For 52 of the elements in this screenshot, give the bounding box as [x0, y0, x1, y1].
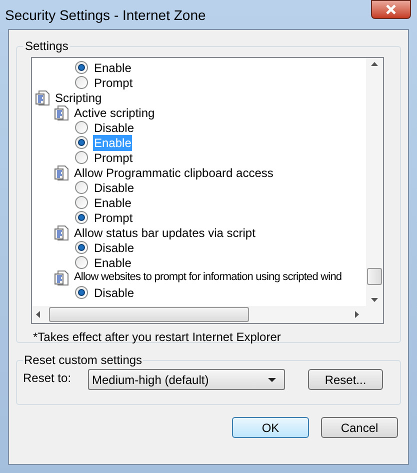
category-label: Scripting [55, 90, 102, 106]
cancel-button[interactable]: Cancel [321, 417, 398, 438]
reset-level-dropdown[interactable]: Medium-high (default) [88, 369, 285, 390]
radio-button[interactable] [75, 121, 88, 134]
scroll-thumb[interactable] [49, 307, 249, 322]
close-button[interactable] [371, 0, 411, 19]
settings-list[interactable] [31, 57, 384, 324]
restart-note: *Takes effect after you restart Internet Explorer [33, 329, 282, 346]
scroll-up-icon[interactable] [371, 62, 378, 66]
radio-button[interactable] [75, 211, 88, 224]
radio-button[interactable] [75, 241, 88, 254]
option-label[interactable]: Prompt [93, 150, 134, 166]
option-label[interactable]: Prompt [93, 74, 134, 90]
option-label[interactable]: Prompt [93, 210, 134, 226]
scroll-left-icon[interactable] [36, 311, 40, 318]
script-document-icon [54, 270, 70, 286]
reset-to-label: Reset to: [23, 370, 72, 387]
radio-button[interactable] [75, 61, 88, 74]
option-label[interactable]: Disable [93, 120, 136, 136]
vertical-scrollbar[interactable] [366, 58, 383, 306]
close-icon [385, 4, 397, 15]
ok-button[interactable]: OK [232, 417, 309, 438]
setting-label: Allow status bar updates via script [74, 224, 256, 242]
dropdown-caret-icon [268, 378, 276, 382]
scroll-thumb[interactable] [367, 268, 382, 285]
radio-button[interactable] [75, 181, 88, 194]
option-label[interactable]: Enable [93, 194, 132, 210]
setting-label: Active scripting [74, 104, 155, 122]
script-document-icon [35, 90, 51, 106]
window-title: Security Settings - Internet Zone [5, 6, 206, 25]
radio-button[interactable] [75, 76, 88, 89]
radio-button[interactable] [75, 196, 88, 209]
setting-label: Allow Programmatic clipboard access [74, 164, 274, 182]
group-label: Settings [24, 38, 70, 55]
radio-button[interactable] [75, 136, 88, 149]
option-label[interactable]: Disable [93, 240, 136, 256]
script-document-icon [54, 104, 70, 120]
reset-button[interactable]: Reset... [308, 369, 383, 390]
radio-button[interactable] [75, 286, 88, 299]
script-document-icon [54, 164, 70, 180]
option-label[interactable]: Disable [93, 284, 136, 300]
radio-button[interactable] [75, 151, 88, 164]
option-label[interactable]: Disable [93, 180, 136, 196]
setting-label: Allow websites to prompt for information using scripted wind [74, 270, 342, 286]
group-label: Reset custom settings [23, 352, 144, 369]
radio-button[interactable] [75, 256, 88, 269]
option-label[interactable]: Enable [93, 60, 132, 76]
script-document-icon [54, 224, 70, 240]
scroll-down-icon[interactable] [371, 298, 378, 302]
scroll-right-icon[interactable] [355, 311, 359, 318]
horizontal-scrollbar[interactable] [32, 306, 383, 323]
option-label[interactable]: Enable [93, 254, 132, 270]
